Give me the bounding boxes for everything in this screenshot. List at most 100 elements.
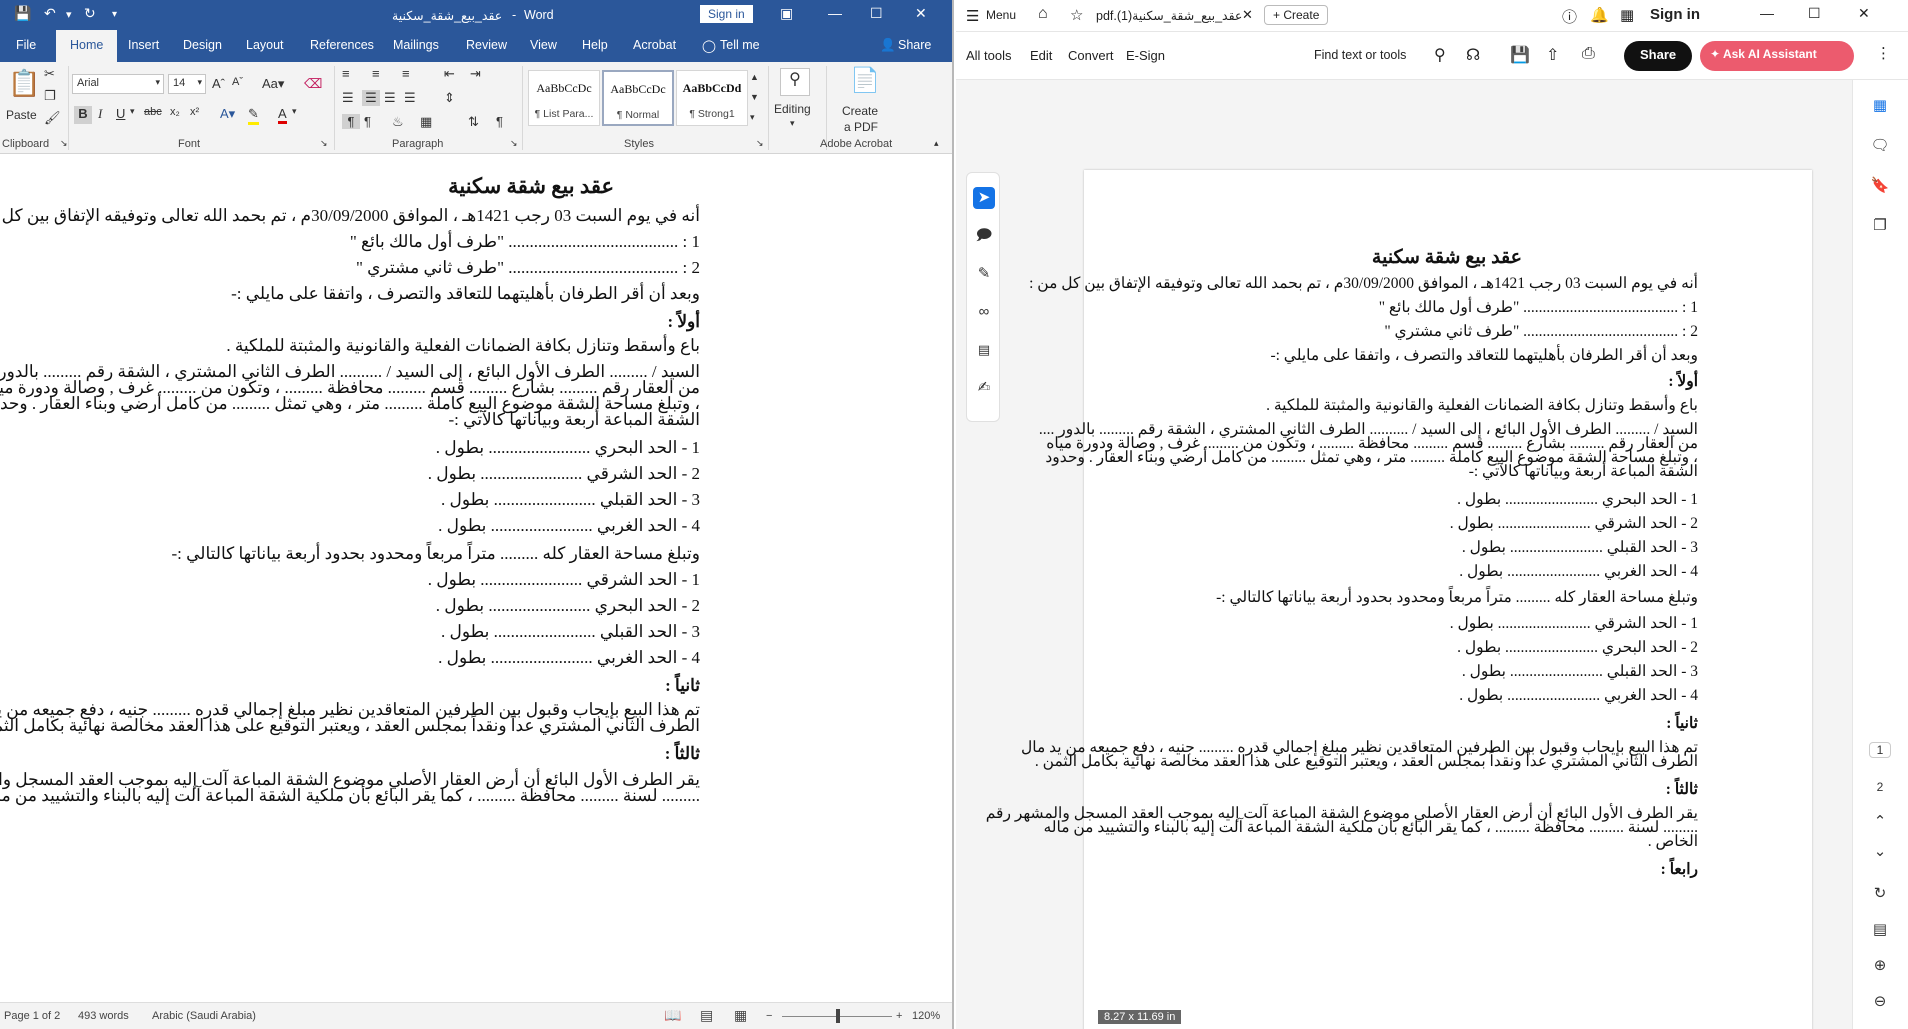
word-share-button[interactable]: Share: [898, 38, 931, 52]
shading-icon[interactable]: ♨: [392, 114, 404, 130]
zoom-in-icon[interactable]: +: [896, 1010, 902, 1022]
redo-icon[interactable]: ↻: [84, 5, 96, 22]
show-formatting-icon[interactable]: ¶: [496, 114, 503, 129]
paragraph-launcher-icon[interactable]: ↘: [510, 138, 518, 149]
tell-me-box[interactable]: Tell me: [720, 38, 760, 52]
print-layout-icon[interactable]: ▤: [700, 1007, 713, 1024]
font-color-icon[interactable]: A: [278, 106, 287, 124]
ai-summary-icon[interactable]: ▦: [1869, 96, 1891, 114]
subscript-icon[interactable]: x₂: [170, 106, 180, 118]
save-icon[interactable]: 💾: [1510, 45, 1530, 65]
draw-tool-icon[interactable]: ∞: [973, 301, 995, 323]
minimize-icon[interactable]: —: [1760, 5, 1774, 21]
editing-dropdown-icon[interactable]: ▾: [790, 118, 795, 129]
help-icon[interactable]: ⓘ: [1562, 6, 1577, 27]
tab-design[interactable]: Design: [183, 38, 222, 52]
customize-qat-icon[interactable]: ▾: [112, 9, 117, 20]
menu-button[interactable]: Menu: [986, 8, 1016, 22]
highlight-tool-icon[interactable]: ✎: [973, 263, 995, 285]
rtl-icon[interactable]: ¶: [364, 114, 371, 129]
paste-icon[interactable]: 📋: [8, 68, 40, 106]
close-icon[interactable]: ✕: [915, 5, 927, 22]
zoom-slider-thumb[interactable]: [836, 1009, 840, 1023]
line-spacing-icon[interactable]: ⇕: [444, 90, 455, 106]
word-signin-button[interactable]: Sign in: [700, 5, 753, 23]
copy-icon[interactable]: ❐: [44, 88, 56, 104]
read-aloud-icon[interactable]: ☊: [1466, 45, 1480, 65]
italic-icon[interactable]: I: [98, 106, 102, 122]
page-count[interactable]: Page 1 of 2: [4, 1010, 60, 1022]
ltr-icon[interactable]: ¶: [342, 114, 360, 129]
convert-menu[interactable]: Convert: [1068, 48, 1114, 63]
comments-icon[interactable]: 🗨: [1869, 136, 1891, 154]
file-tab[interactable]: pdf.(1)عقد_بيع_شقة_سكنية: [1096, 8, 1242, 23]
select-tool-icon[interactable]: ➤: [973, 187, 995, 209]
save-icon[interactable]: 💾: [14, 5, 31, 22]
style-strong[interactable]: AaBbCcDd ¶ Strong1: [676, 70, 748, 126]
ask-ai-assistant-button[interactable]: ✦ Ask AI Assistant: [1700, 41, 1854, 71]
underline-icon[interactable]: U: [116, 106, 125, 121]
format-painter-icon[interactable]: 🖌: [44, 110, 61, 126]
clear-formatting-icon[interactable]: ⌫: [304, 76, 322, 92]
superscript-icon[interactable]: x²: [190, 106, 199, 118]
zoom-out-icon[interactable]: −: [766, 1010, 772, 1022]
bookmarks-icon[interactable]: 🔖: [1869, 176, 1891, 194]
sort-icon[interactable]: ⇅: [468, 114, 479, 130]
create-pdf-label-1[interactable]: Create: [842, 104, 878, 118]
page-number-current[interactable]: 1: [1869, 742, 1891, 758]
rotate-icon[interactable]: ↻: [1869, 884, 1891, 902]
tab-insert[interactable]: Insert: [128, 38, 159, 52]
acrobat-signin-button[interactable]: Sign in: [1650, 6, 1700, 23]
ribbon-display-options-icon[interactable]: ▣: [780, 5, 793, 22]
close-icon[interactable]: ✕: [1858, 5, 1870, 22]
read-mode-icon[interactable]: 📖: [664, 1007, 681, 1024]
text-recognition-icon[interactable]: ▤: [973, 339, 995, 361]
styles-scroll-down-icon[interactable]: ▼: [750, 92, 759, 102]
edit-menu[interactable]: Edit: [1030, 48, 1052, 63]
style-normal[interactable]: AaBbCcDc ¶ Normal: [602, 70, 674, 126]
create-pdf-label-2[interactable]: a PDF: [844, 120, 878, 134]
close-tab-icon[interactable]: ✕: [1242, 7, 1253, 23]
font-color-dropdown-icon[interactable]: ▾: [292, 106, 297, 117]
tab-mailings[interactable]: Mailings: [393, 38, 439, 52]
find-text-tools[interactable]: Find text or tools: [1314, 48, 1406, 62]
numbering-icon[interactable]: ≡: [372, 66, 380, 81]
pages-icon[interactable]: ❐: [1869, 216, 1891, 234]
underline-dropdown-icon[interactable]: ▾: [130, 106, 135, 117]
tab-acrobat[interactable]: Acrobat: [633, 38, 676, 52]
font-size-select[interactable]: 14 ▾: [168, 74, 206, 94]
styles-launcher-icon[interactable]: ↘: [756, 138, 764, 149]
tab-file[interactable]: File: [16, 38, 36, 52]
share-icon[interactable]: 👤: [880, 38, 896, 53]
cut-icon[interactable]: ✂: [44, 66, 55, 82]
zoom-level[interactable]: 120%: [912, 1010, 940, 1022]
paste-button[interactable]: Paste: [6, 108, 37, 122]
create-tab-button[interactable]: + Create: [1264, 5, 1329, 25]
home-icon[interactable]: ⌂: [1038, 5, 1048, 23]
collapse-ribbon-icon[interactable]: ▴: [934, 138, 939, 149]
fill-sign-icon[interactable]: ✍: [973, 377, 995, 399]
maximize-icon[interactable]: ☐: [1808, 5, 1821, 22]
pdf-viewer[interactable]: ➤ 🗩 ✎ ∞ ▤ ✍ عقد بيع شقة سكنية أنه في يوم …: [956, 80, 1852, 1029]
styles-more-icon[interactable]: ▾: [750, 112, 755, 123]
text-effects-icon[interactable]: A▾: [220, 106, 235, 122]
editing-button[interactable]: Editing: [774, 102, 811, 116]
notifications-icon[interactable]: 🔔: [1590, 6, 1609, 24]
grow-font-icon[interactable]: Aˆ: [212, 76, 225, 91]
style-list-paragraph[interactable]: AaBbCcDc ¶ List Para...: [528, 70, 600, 126]
menu-icon[interactable]: ☰: [966, 7, 979, 25]
strikethrough-icon[interactable]: abc: [144, 106, 162, 118]
multilevel-list-icon[interactable]: ≡: [402, 66, 410, 81]
create-pdf-icon[interactable]: 📄: [850, 66, 880, 95]
tab-home[interactable]: Home: [56, 30, 118, 62]
extract-icon[interactable]: ▤: [1869, 920, 1891, 938]
font-launcher-icon[interactable]: ↘: [320, 138, 328, 149]
bold-icon[interactable]: B: [74, 106, 92, 124]
tab-review[interactable]: Review: [466, 38, 507, 52]
tab-layout[interactable]: Layout: [246, 38, 284, 52]
justify-icon[interactable]: ☰: [404, 90, 416, 106]
web-layout-icon[interactable]: ▦: [734, 1007, 747, 1024]
find-icon[interactable]: ⚲: [780, 68, 810, 96]
next-page-icon[interactable]: ⌄: [1869, 842, 1891, 860]
word-count[interactable]: 493 words: [78, 1010, 129, 1022]
